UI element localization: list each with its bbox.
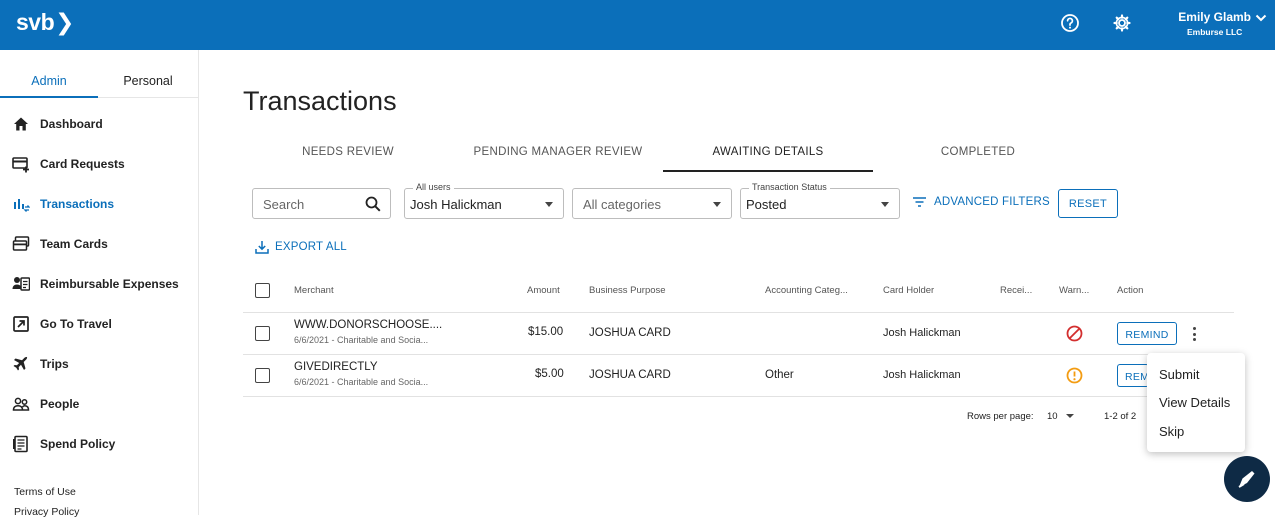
row-checkbox[interactable]: [255, 326, 270, 341]
tab-admin[interactable]: Admin: [0, 71, 98, 98]
dropdown-arrow-icon: [881, 202, 889, 207]
remind-button[interactable]: REMIND: [1117, 364, 1149, 387]
sidebar-item-spend-policy[interactable]: Spend Policy: [12, 433, 115, 455]
sidebar-item-go-to-travel[interactable]: Go To Travel: [12, 313, 112, 335]
card-add-icon: [12, 157, 29, 173]
business-purpose: JOSHUA CARD: [589, 369, 671, 381]
page-title: Transactions: [243, 86, 397, 116]
chat-fab-button[interactable]: [1224, 456, 1270, 502]
sidebar: Admin Personal Dashboard Card Requests T…: [0, 50, 199, 518]
categories-select[interactable]: All categories: [572, 188, 732, 219]
remind-button[interactable]: REMIND: [1117, 322, 1177, 345]
row-checkbox[interactable]: [255, 368, 270, 383]
tab-completed[interactable]: COMPLETED: [873, 146, 1083, 172]
transaction-status-select[interactable]: Transaction Status Posted: [740, 182, 900, 219]
rows-per-page-label: Rows per page:: [967, 411, 1034, 422]
merchant-date-category: 6/6/2021 - Charitable and Socia...: [294, 335, 429, 345]
row-divider: [243, 396, 1234, 397]
warning-icon: [1066, 367, 1083, 384]
users-select[interactable]: All users Josh Halickman: [404, 182, 564, 219]
sidebar-item-transactions[interactable]: Transactions: [12, 193, 114, 215]
amount: $5.00: [535, 368, 564, 380]
tab-pending-manager-review[interactable]: PENDING MANAGER REVIEW: [453, 146, 663, 172]
chat-icon: [1238, 471, 1255, 488]
user-name: Emily Glamb: [1178, 10, 1251, 24]
merchant-name: WWW.DONORSCHOOSE....: [294, 319, 443, 331]
menu-item-skip[interactable]: Skip: [1159, 424, 1184, 439]
tab-awaiting-details[interactable]: AWAITING DETAILS: [663, 146, 873, 172]
column-warning[interactable]: Warn...: [1059, 285, 1089, 296]
column-card-holder[interactable]: Card Holder: [883, 285, 934, 296]
dropdown-arrow-icon: [1066, 414, 1075, 419]
chevron-down-icon: [1255, 14, 1267, 22]
column-accounting-category[interactable]: Accounting Categ...: [765, 285, 848, 296]
column-receipt[interactable]: Recei...: [1000, 285, 1032, 296]
home-icon: [14, 117, 28, 131]
search-input[interactable]: Search: [252, 188, 391, 219]
reimburse-icon: [12, 277, 30, 291]
sidebar-tabs: Admin Personal: [0, 71, 198, 98]
transactions-icon: [14, 199, 30, 212]
privacy-policy-link[interactable]: Privacy Policy: [14, 506, 79, 518]
blocked-icon: [1066, 325, 1083, 342]
dropdown-arrow-icon: [545, 202, 553, 207]
user-org: Emburse LLC: [1187, 27, 1243, 37]
menu-item-submit[interactable]: Submit: [1159, 367, 1199, 382]
plane-icon: [13, 356, 28, 371]
sidebar-item-team-cards[interactable]: Team Cards: [12, 233, 108, 255]
accounting-category: Other: [765, 369, 794, 381]
row-divider: [243, 312, 1234, 313]
merchant-date-category: 6/6/2021 - Charitable and Socia...: [294, 377, 429, 387]
people-icon: [12, 397, 30, 411]
help-icon[interactable]: [1060, 13, 1080, 33]
sidebar-item-people[interactable]: People: [12, 393, 79, 415]
column-business-purpose[interactable]: Business Purpose: [589, 285, 666, 296]
sidebar-item-dashboard[interactable]: Dashboard: [12, 113, 103, 135]
pagination-range: 1-2 of 2: [1104, 411, 1137, 422]
row-context-menu: Submit View Details Skip: [1147, 353, 1245, 452]
reset-button[interactable]: RESET: [1058, 189, 1118, 218]
column-action: Action: [1117, 285, 1144, 296]
user-menu[interactable]: Emily Glamb Emburse LLC: [1178, 10, 1267, 37]
export-all-button[interactable]: EXPORT ALL: [255, 240, 347, 254]
sidebar-item-card-requests[interactable]: Card Requests: [12, 153, 125, 175]
tab-personal[interactable]: Personal: [99, 71, 197, 98]
column-amount[interactable]: Amount: [527, 285, 560, 296]
sidebar-item-reimbursable-expenses[interactable]: Reimbursable Expenses: [12, 273, 179, 295]
menu-item-view-details[interactable]: View Details: [1159, 395, 1230, 410]
card-holder: Josh Halickman: [883, 369, 961, 381]
external-link-icon: [13, 316, 29, 332]
advanced-filters-button[interactable]: ADVANCED FILTERS: [912, 196, 1050, 208]
top-bar: svb❯ Emily Glamb Emburse LLC: [0, 0, 1275, 50]
policy-icon: [13, 435, 28, 453]
dropdown-arrow-icon: [713, 202, 721, 207]
more-vert-icon[interactable]: [1193, 327, 1197, 344]
amount: $15.00: [528, 326, 564, 338]
tab-needs-review[interactable]: NEEDS REVIEW: [243, 146, 453, 172]
gear-icon[interactable]: [1112, 13, 1132, 33]
select-all-checkbox[interactable]: [255, 283, 270, 298]
cards-icon: [12, 236, 30, 251]
download-icon: [255, 241, 269, 254]
rows-per-page-select[interactable]: 10: [1047, 411, 1075, 422]
filter-icon: [913, 197, 926, 207]
business-purpose: JOSHUA CARD: [589, 327, 671, 339]
terms-of-use-link[interactable]: Terms of Use: [14, 486, 76, 498]
row-divider: [243, 354, 1234, 355]
svb-logo[interactable]: svb❯: [16, 9, 74, 36]
sidebar-item-trips[interactable]: Trips: [12, 353, 69, 375]
card-holder: Josh Halickman: [883, 327, 961, 339]
search-icon: [365, 196, 381, 212]
column-merchant[interactable]: Merchant: [294, 285, 334, 296]
merchant-name: GIVEDIRECTLY: [294, 361, 378, 373]
